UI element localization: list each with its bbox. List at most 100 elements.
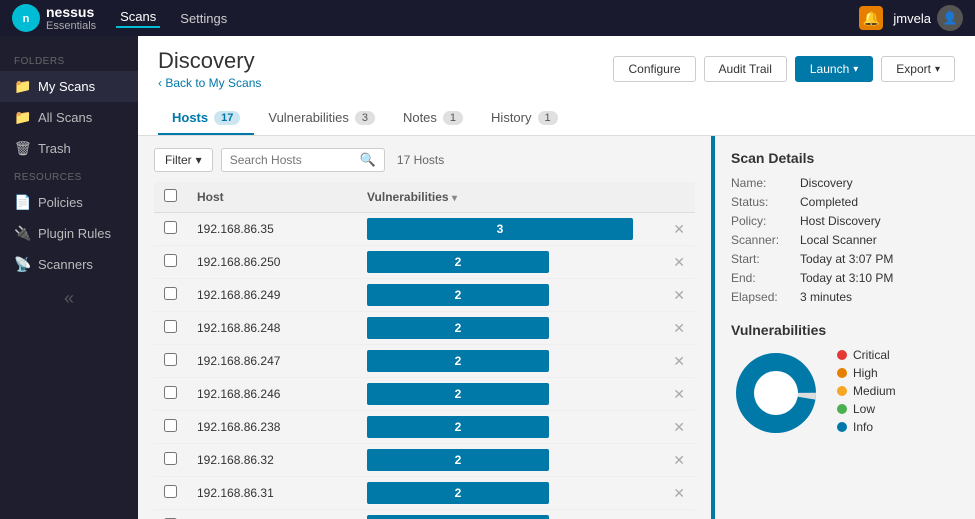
hosts-table: Host Vulnerabilities ▾ 192.168.86.35 [154, 182, 695, 519]
avatar: 👤 [937, 5, 963, 31]
legend-high: High [837, 366, 896, 380]
sidebar-myscans-label: My Scans [38, 79, 95, 94]
name-label: Name: [731, 176, 796, 190]
remove-row-button[interactable]: ✕ [673, 221, 685, 237]
sidebar-trash-label: Trash [38, 141, 71, 156]
launch-arrow-icon: ▾ [853, 64, 858, 75]
content-area: Filter ▾ 🔍 17 Hosts [138, 136, 975, 519]
search-input[interactable] [230, 153, 360, 167]
sidebar-item-scanners[interactable]: 📡 Scanners [0, 249, 138, 280]
vuln-cell: 2 [357, 411, 663, 444]
table-row: 192.168.86.249 2 ✕ [154, 279, 695, 312]
sidebar-item-allscans[interactable]: 📁 All Scans [0, 102, 138, 133]
sidebar-collapse-button[interactable]: « [0, 280, 138, 317]
table-row: 192.168.86.238 2 ✕ [154, 411, 695, 444]
row-checkbox-2[interactable] [164, 287, 177, 300]
sidebar-item-policies[interactable]: 📄 Policies [0, 187, 138, 218]
table-row: 192.168.86.30 2 ✕ [154, 510, 695, 519]
svg-text:n: n [23, 13, 30, 25]
host-cell: 192.168.86.246 [187, 378, 357, 411]
sidebar-pluginrules-label: Plugin Rules [38, 226, 111, 241]
host-cell: 192.168.86.35 [187, 213, 357, 246]
launch-button[interactable]: Launch ▾ [795, 56, 873, 82]
remove-row-button[interactable]: ✕ [673, 386, 685, 402]
page-title: Discovery [158, 48, 261, 74]
remove-row-button[interactable]: ✕ [673, 419, 685, 435]
sidebar-item-trash[interactable]: 🗑 Trash [0, 133, 138, 164]
tabs: Hosts 17 Vulnerabilities 3 Notes 1 Histo… [158, 98, 955, 135]
row-checkbox-0[interactable] [164, 221, 177, 234]
vuln-cell: 2 [357, 345, 663, 378]
tab-notes[interactable]: Notes 1 [389, 102, 477, 135]
row-checkbox-6[interactable] [164, 419, 177, 432]
folders-title: FOLDERS [0, 48, 138, 71]
host-cell: 192.168.86.238 [187, 411, 357, 444]
configure-button[interactable]: Configure [613, 56, 695, 82]
detail-name: Name: Discovery [731, 176, 959, 190]
remove-row-button[interactable]: ✕ [673, 254, 685, 270]
table-row: 192.168.86.31 2 ✕ [154, 477, 695, 510]
policies-icon: 📄 [14, 194, 30, 211]
scanners-icon: 📡 [14, 256, 30, 273]
row-checkbox-3[interactable] [164, 320, 177, 333]
row-checkbox-4[interactable] [164, 353, 177, 366]
search-box[interactable]: 🔍 [221, 148, 385, 172]
sidebar-policies-label: Policies [38, 195, 83, 210]
sidebar-item-myscans[interactable]: 📁 My Scans [0, 71, 138, 102]
sidebar-item-pluginrules[interactable]: 🔌 Plugin Rules [0, 218, 138, 249]
back-to-myscans-link[interactable]: ‹ Back to My Scans [158, 76, 261, 90]
detail-elapsed: Elapsed: 3 minutes [731, 290, 959, 304]
table-row: 192.168.86.247 2 ✕ [154, 345, 695, 378]
resources-title: RESOURCES [0, 164, 138, 187]
user-chip[interactable]: jmvela 👤 [893, 5, 963, 31]
select-all-checkbox[interactable] [164, 189, 177, 202]
scanner-label: Scanner: [731, 233, 796, 247]
myscans-icon: 📁 [14, 78, 30, 95]
start-label: Start: [731, 252, 796, 266]
row-checkbox-1[interactable] [164, 254, 177, 267]
detail-start: Start: Today at 3:07 PM [731, 252, 959, 266]
row-checkbox-5[interactable] [164, 386, 177, 399]
header-actions: Configure Audit Trail Launch ▾ Export ▾ [613, 56, 955, 82]
vuln-cell: 2 [357, 279, 663, 312]
host-cell: 192.168.86.247 [187, 345, 357, 378]
remove-row-button[interactable]: ✕ [673, 485, 685, 501]
remove-row-button[interactable]: ✕ [673, 320, 685, 336]
table-section: Filter ▾ 🔍 17 Hosts [138, 136, 711, 519]
audit-trail-button[interactable]: Audit Trail [704, 56, 787, 82]
detail-policy: Policy: Host Discovery [731, 214, 959, 228]
row-checkbox-8[interactable] [164, 485, 177, 498]
vuln-cell: 2 [357, 378, 663, 411]
topnav-scans-link[interactable]: Scans [116, 9, 160, 28]
tab-history[interactable]: History 1 [477, 102, 572, 135]
vuln-cell: 2 [357, 477, 663, 510]
export-button[interactable]: Export ▾ [881, 56, 955, 82]
filter-button[interactable]: Filter ▾ [154, 148, 213, 172]
status-value: Completed [800, 195, 858, 209]
vuln-cell: 3 [357, 213, 663, 246]
filter-bar: Filter ▾ 🔍 17 Hosts [154, 148, 695, 172]
legend-info: Info [837, 420, 896, 434]
remove-row-button[interactable]: ✕ [673, 287, 685, 303]
policy-value: Host Discovery [800, 214, 881, 228]
remove-row-button[interactable]: ✕ [673, 452, 685, 468]
info-dot [837, 422, 847, 432]
brand-name: nessus [46, 4, 94, 20]
table-row: 192.168.86.246 2 ✕ [154, 378, 695, 411]
remove-row-button[interactable]: ✕ [673, 353, 685, 369]
tab-hosts[interactable]: Hosts 17 [158, 102, 254, 135]
username: jmvela [893, 11, 931, 26]
sidebar: FOLDERS 📁 My Scans 📁 All Scans 🗑 Trash R… [0, 36, 138, 519]
search-icon: 🔍 [360, 152, 376, 168]
high-dot [837, 368, 847, 378]
tab-vulnerabilities[interactable]: Vulnerabilities 3 [254, 102, 389, 135]
topnav-settings-link[interactable]: Settings [176, 11, 231, 26]
row-checkbox-7[interactable] [164, 452, 177, 465]
notification-bell[interactable]: 🔔 [859, 6, 883, 30]
legend-medium: Medium [837, 384, 896, 398]
vuln-cell: 2 [357, 246, 663, 279]
critical-dot [837, 350, 847, 360]
legend-critical: Critical [837, 348, 896, 362]
low-dot [837, 404, 847, 414]
vulnerabilities-column-header[interactable]: Vulnerabilities ▾ [357, 182, 663, 213]
